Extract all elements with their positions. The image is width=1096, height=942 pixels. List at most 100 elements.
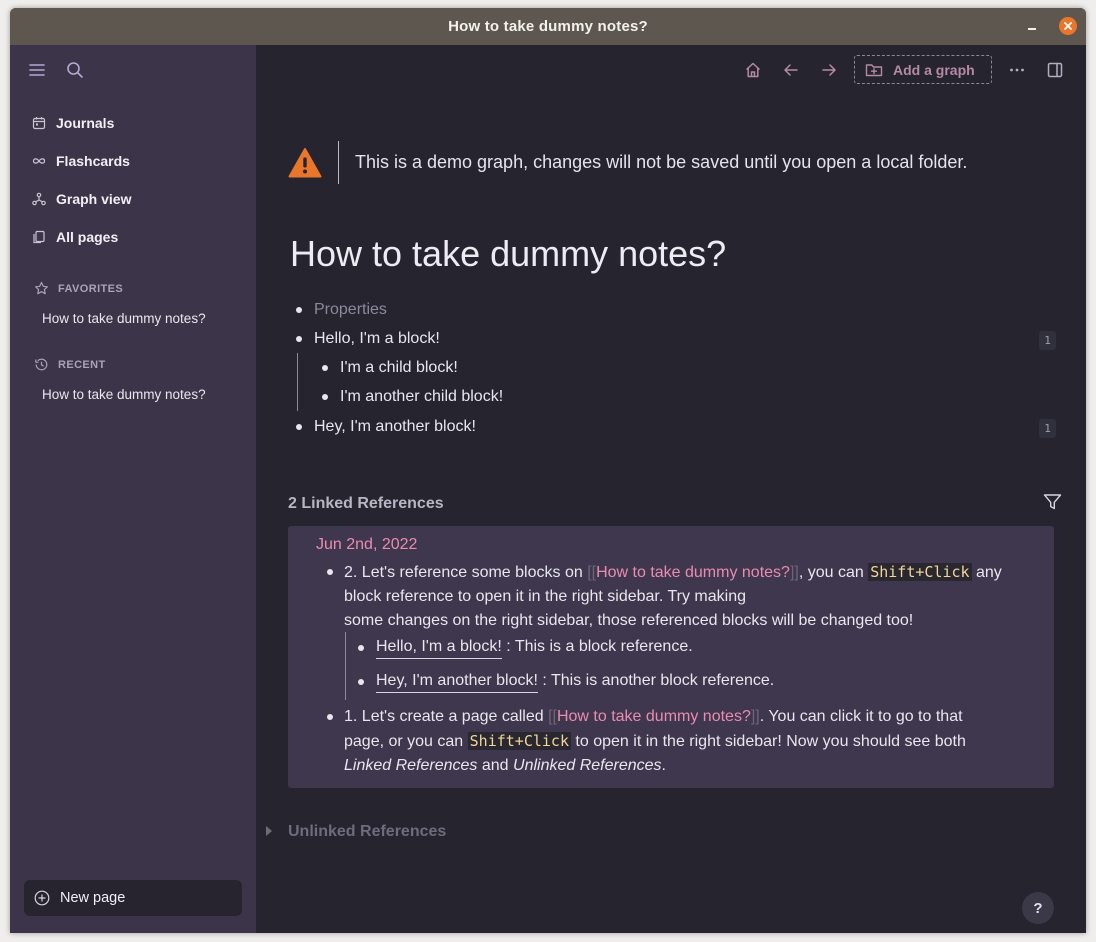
sidebar-item-graph-view[interactable]: Graph view bbox=[32, 191, 131, 207]
demo-warning-text: This is a demo graph, changes will not b… bbox=[355, 152, 968, 172]
favorite-page-link[interactable]: How to take dummy notes? bbox=[42, 311, 206, 326]
home-button[interactable] bbox=[734, 56, 772, 84]
arrow-right-icon bbox=[822, 63, 836, 76]
reference-block[interactable]: 2. Let's reference some blocks on [[How … bbox=[327, 560, 1024, 633]
block-reference-link[interactable]: Hey, I'm another block! bbox=[376, 672, 538, 693]
warning-icon bbox=[288, 147, 322, 177]
sidebar-item-label: Flashcards bbox=[56, 153, 130, 169]
bracket: ]] bbox=[789, 564, 799, 581]
recent-heading: RECENT bbox=[58, 358, 106, 371]
block-child[interactable]: I'm another child block! bbox=[316, 382, 1056, 411]
sidebar-item-all-pages[interactable]: All pages bbox=[32, 229, 118, 245]
pages-icon bbox=[33, 230, 45, 244]
italic-text: Unlinked References bbox=[513, 757, 662, 774]
search-icon[interactable] bbox=[66, 61, 84, 79]
inline-code: Shift+Click bbox=[467, 732, 571, 750]
block-reference-link[interactable]: Hello, I'm a block! bbox=[376, 638, 502, 659]
block-text: : This is another block reference. bbox=[537, 672, 775, 689]
folder-plus-icon bbox=[865, 63, 883, 76]
italic-text: Linked References bbox=[344, 757, 478, 774]
window-title: How to take dummy notes? bbox=[448, 18, 648, 35]
recent-header[interactable]: RECENT bbox=[34, 357, 106, 372]
recent-page-link[interactable]: How to take dummy notes? bbox=[42, 387, 206, 402]
add-graph-label: Add a graph bbox=[893, 61, 975, 78]
back-button[interactable] bbox=[772, 56, 810, 84]
left-sidebar: Journals Flashcards Graph view All pages bbox=[10, 45, 256, 933]
reference-date-link[interactable]: Jun 2nd, 2022 bbox=[316, 536, 417, 554]
calendar-icon bbox=[32, 117, 46, 130]
block-text: Hey, I'm another block! bbox=[314, 417, 476, 435]
block-text: . You can click it to go to that bbox=[759, 708, 963, 725]
reference-count[interactable]: 1 bbox=[1039, 419, 1056, 438]
more-button[interactable] bbox=[998, 56, 1036, 84]
child-block-references: Hello, I'm a block! : This is a block re… bbox=[345, 632, 945, 700]
block-properties[interactable]: Properties bbox=[290, 295, 1056, 324]
top-toolbar: Add a graph bbox=[734, 55, 1074, 84]
block-text: to open it in the right sidebar! Now you… bbox=[570, 733, 966, 750]
block-reference-item[interactable]: Hello, I'm a block! : This is a block re… bbox=[358, 638, 693, 659]
menu-icon[interactable] bbox=[28, 61, 46, 79]
minimize-button[interactable] bbox=[1024, 18, 1040, 34]
block-text: 1. Let's create a page called bbox=[344, 708, 549, 725]
toggle-right-sidebar-button[interactable] bbox=[1036, 56, 1074, 84]
linked-reference-card: Jun 2nd, 2022 2. Let's reference some bl… bbox=[288, 526, 1054, 788]
block-text: Properties bbox=[314, 300, 387, 318]
bracket: [[ bbox=[548, 708, 557, 725]
inline-code: Shift+Click bbox=[868, 563, 972, 581]
block-text: any bbox=[971, 564, 1002, 581]
more-horizontal-icon bbox=[1010, 68, 1024, 71]
new-page-button[interactable]: New page bbox=[24, 880, 242, 916]
reference-count[interactable]: 1 bbox=[1039, 331, 1056, 350]
caret-right-icon[interactable] bbox=[266, 826, 272, 836]
reference-block[interactable]: 1. Let's create a page called [[How to t… bbox=[327, 705, 1024, 778]
favorites-heading: FAVORITES bbox=[58, 282, 124, 295]
add-graph-button[interactable]: Add a graph bbox=[854, 55, 992, 84]
page-reference-link[interactable]: How to take dummy notes? bbox=[557, 708, 751, 725]
block-text: some changes on the right sidebar, those… bbox=[344, 612, 914, 629]
bullet[interactable] bbox=[296, 335, 302, 342]
close-button[interactable] bbox=[1059, 17, 1077, 35]
bullet[interactable] bbox=[358, 679, 364, 685]
block-text: block reference to open it in the right … bbox=[344, 588, 746, 605]
close-icon bbox=[1064, 22, 1072, 30]
sidebar-item-label: All pages bbox=[56, 229, 119, 245]
sidebar-item-flashcards[interactable]: Flashcards bbox=[32, 153, 130, 169]
filter-button[interactable] bbox=[1043, 493, 1062, 516]
bullet[interactable] bbox=[322, 393, 328, 400]
block-text: : This is a block reference. bbox=[501, 638, 693, 655]
new-page-label: New page bbox=[60, 890, 126, 906]
bullet[interactable] bbox=[327, 569, 333, 575]
favorites-header[interactable]: FAVORITES bbox=[34, 281, 123, 296]
home-icon bbox=[745, 62, 761, 77]
history-icon bbox=[35, 358, 48, 371]
linked-references-heading: 2 Linked References bbox=[288, 495, 444, 512]
graph-icon bbox=[32, 192, 46, 206]
block-hey[interactable]: Hey, I'm another block! 1 bbox=[290, 412, 1056, 441]
forward-button[interactable] bbox=[810, 56, 848, 84]
demo-warning: This is a demo graph, changes will not b… bbox=[288, 141, 967, 184]
block-text: , you can bbox=[798, 564, 869, 581]
block-child[interactable]: I'm a child block! bbox=[316, 353, 1056, 382]
page-title[interactable]: How to take dummy notes? bbox=[290, 233, 726, 275]
child-blocks: I'm a child block! I'm another child blo… bbox=[297, 353, 1056, 411]
block-list: Properties Hello, I'm a block! 1 I'm a c… bbox=[290, 295, 1056, 441]
help-button[interactable]: ? bbox=[1022, 892, 1054, 924]
bullet[interactable] bbox=[296, 306, 302, 313]
sidebar-item-journals[interactable]: Journals bbox=[32, 115, 114, 131]
bullet[interactable] bbox=[322, 364, 328, 371]
bullet[interactable] bbox=[327, 714, 333, 720]
block-text: page, or you can bbox=[344, 733, 468, 750]
block-reference-item[interactable]: Hey, I'm another block! : This is anothe… bbox=[358, 672, 775, 693]
arrow-left-icon bbox=[784, 63, 798, 76]
unlinked-references-toggle[interactable]: Unlinked References bbox=[288, 823, 446, 841]
bullet[interactable] bbox=[358, 645, 364, 651]
app-window: How to take dummy notes? Journals Flashc… bbox=[10, 8, 1086, 933]
infinity-icon bbox=[32, 158, 46, 164]
bullet[interactable] bbox=[296, 423, 302, 430]
bracket: ]] bbox=[750, 708, 760, 725]
title-bar: How to take dummy notes? bbox=[10, 8, 1086, 45]
main-content: Add a graph This is a demo graph, change… bbox=[256, 45, 1086, 933]
block-hello[interactable]: Hello, I'm a block! 1 bbox=[290, 324, 1056, 353]
block-text: and bbox=[477, 757, 514, 774]
page-reference-link[interactable]: How to take dummy notes? bbox=[596, 564, 790, 581]
